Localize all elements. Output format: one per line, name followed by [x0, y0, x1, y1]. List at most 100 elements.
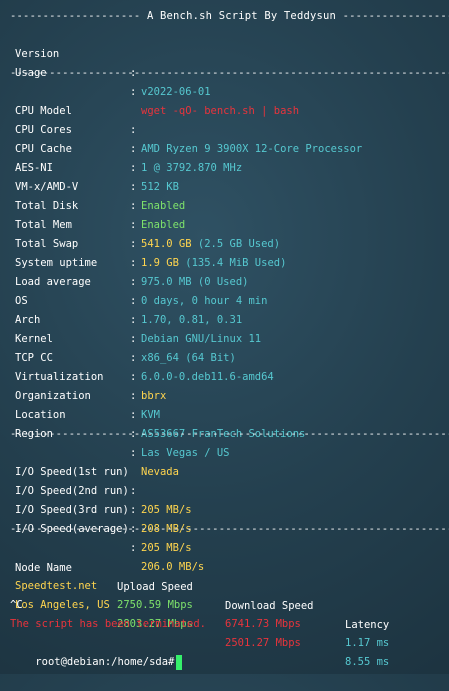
node-name: Speedtest.net — [15, 580, 98, 592]
column-header-latency: Latency — [345, 619, 390, 631]
system-row: System uptime : 0 days, 0 hour 4 min — [0, 235, 267, 307]
meta-value: wget -qO- bench.sh | bash — [141, 105, 300, 117]
system-row: CPU Model : AMD Ryzen 9 3900X 12-Core Pr… — [0, 83, 362, 155]
system-value: Enabled — [141, 200, 186, 212]
io-row: I/O Speed(1st run) : 205 MB/s — [0, 444, 192, 516]
latency: 1.17 ms — [345, 637, 390, 649]
system-value-extra: (135.4 MiB Used) — [178, 257, 287, 269]
system-value: KVM — [141, 409, 160, 421]
system-row: Total Disk : 541.0 GB (2.5 GB Used) — [0, 178, 280, 250]
system-key: System uptime — [15, 257, 98, 269]
colon: : — [130, 485, 137, 497]
system-value: 1.9 GB — [141, 257, 179, 269]
terminal-cursor — [176, 654, 183, 670]
io-value: 206.0 MB/s — [141, 561, 205, 573]
system-value: 541.0 GB — [141, 238, 192, 250]
io-row: I/O Speed(2nd run) : 208 MB/s — [0, 463, 192, 535]
colon: : — [130, 314, 137, 326]
separator-line: ----------------------------------------… — [10, 428, 449, 440]
system-value: 1.70, 0.81, 0.31 — [141, 314, 243, 326]
system-row: Location : Las Vegas / US — [0, 387, 230, 459]
colon: : — [130, 238, 137, 250]
meta-row-version: Version : v2022-06-01 — [0, 26, 211, 98]
speedtest-header-row: Node Name Upload Speed Download Speed La… — [0, 540, 389, 631]
system-value-group: 1.9 GB (135.4 MiB Used) — [141, 254, 286, 273]
colon: : — [130, 352, 137, 364]
system-value: 512 KB — [141, 181, 179, 193]
system-value: bbrx — [141, 390, 167, 402]
colon: : — [130, 390, 137, 402]
colon: : — [130, 219, 137, 231]
system-value: 1 @ 3792.870 MHz — [141, 162, 243, 174]
system-value: Las Vegas / US — [141, 447, 230, 459]
system-row: Organization : AS53667 FranTech Solution… — [0, 368, 305, 440]
colon: : — [130, 542, 137, 554]
io-key: I/O Speed(3rd run) — [15, 504, 129, 516]
system-value: Nevada — [141, 466, 179, 478]
colon: : — [130, 257, 137, 269]
colon: : — [130, 143, 137, 155]
colon: : — [130, 333, 137, 345]
system-row: Total Swap : 975.0 MB (0 Used) — [0, 216, 248, 288]
system-row: Virtualization : KVM — [0, 349, 160, 421]
system-value: 975.0 MB (0 Used) — [141, 276, 249, 288]
system-row: Kernel : 6.0.0-0.deb11.6-amd64 — [0, 311, 274, 383]
terminated-message: The script has been terminated. — [10, 618, 206, 630]
system-row: Arch : x86_64 (64 Bit) — [0, 292, 236, 364]
system-row: AES-NI : Enabled — [0, 140, 185, 212]
system-row: TCP CC : bbrx — [0, 330, 166, 402]
speedtest-row: Los Angeles, US 2803.27 Mbps 2501.27 Mbp… — [0, 577, 389, 668]
column-header-upload: Upload Speed — [117, 581, 193, 593]
colon: : — [130, 276, 137, 288]
colon: : — [130, 371, 137, 383]
shell-prompt: root@debian:/home/sda# — [35, 656, 175, 668]
system-row: Total Mem : 1.9 GB (135.4 MiB Used) — [0, 197, 286, 269]
colon: : — [130, 200, 137, 212]
separator-line: ----------------------------------------… — [10, 67, 449, 79]
speedtest-row: Speedtest.net 2750.59 Mbps 6741.73 Mbps … — [0, 558, 389, 649]
system-value: Debian GNU/Linux 11 — [141, 333, 262, 345]
io-value: 205 MB/s — [141, 504, 192, 516]
system-row: Region : Nevada — [0, 406, 179, 478]
colon: : — [130, 124, 137, 136]
system-value: AMD Ryzen 9 3900X 12-Core Processor — [141, 143, 363, 155]
shell-prompt-line[interactable]: root@debian:/home/sda# — [10, 634, 183, 670]
download-speed: 2501.27 Mbps — [225, 637, 301, 649]
io-key: I/O Speed(1st run) — [15, 466, 129, 478]
io-key: I/O Speed(2nd run) — [15, 485, 129, 497]
interrupt-text: ^C — [10, 599, 23, 611]
banner-line: -------------------- A Bench.sh Script B… — [10, 10, 449, 22]
colon: : — [130, 409, 137, 421]
system-key: Load average — [15, 276, 91, 288]
column-header-download: Download Speed — [225, 600, 314, 612]
separator-line: ----------------------------------------… — [10, 523, 449, 535]
system-row: VM-x/AMD-V : Enabled — [0, 159, 185, 231]
terminal-window[interactable]: -------------------- A Bench.sh Script B… — [0, 0, 449, 674]
colon: : — [130, 504, 137, 516]
system-key: Virtualization — [15, 371, 104, 383]
io-row: I/O Speed(3rd run) : 205 MB/s — [0, 482, 192, 554]
meta-value: v2022-06-01 — [141, 86, 211, 98]
upload-speed: 2750.59 Mbps — [117, 599, 193, 611]
node-name: Los Angeles, US — [15, 599, 110, 611]
download-speed: 6741.73 Mbps — [225, 618, 301, 630]
system-value-extra: (2.5 GB Used) — [191, 238, 281, 250]
system-row: CPU Cores : 1 @ 3792.870 MHz — [0, 102, 242, 174]
io-value: 205 MB/s — [141, 542, 192, 554]
system-row: CPU Cache : 512 KB — [0, 121, 179, 193]
colon: : — [130, 295, 137, 307]
system-row: OS : Debian GNU/Linux 11 — [0, 273, 261, 345]
system-value: Enabled — [141, 219, 186, 231]
meta-row-usage: Usage : wget -qO- bench.sh | bash — [0, 45, 299, 117]
system-value-group: 541.0 GB (2.5 GB Used) — [141, 235, 280, 254]
system-value: 0 days, 0 hour 4 min — [141, 295, 268, 307]
system-value: x86_64 (64 Bit) — [141, 352, 236, 364]
latency: 8.55 ms — [345, 656, 390, 668]
system-key: Organization — [15, 390, 91, 402]
system-row: Load average : 1.70, 0.81, 0.31 — [0, 254, 242, 326]
colon: : — [130, 181, 137, 193]
colon: : — [130, 86, 137, 98]
colon: : — [130, 447, 137, 459]
system-value: 6.0.0-0.deb11.6-amd64 — [141, 371, 274, 383]
colon: : — [130, 162, 137, 174]
